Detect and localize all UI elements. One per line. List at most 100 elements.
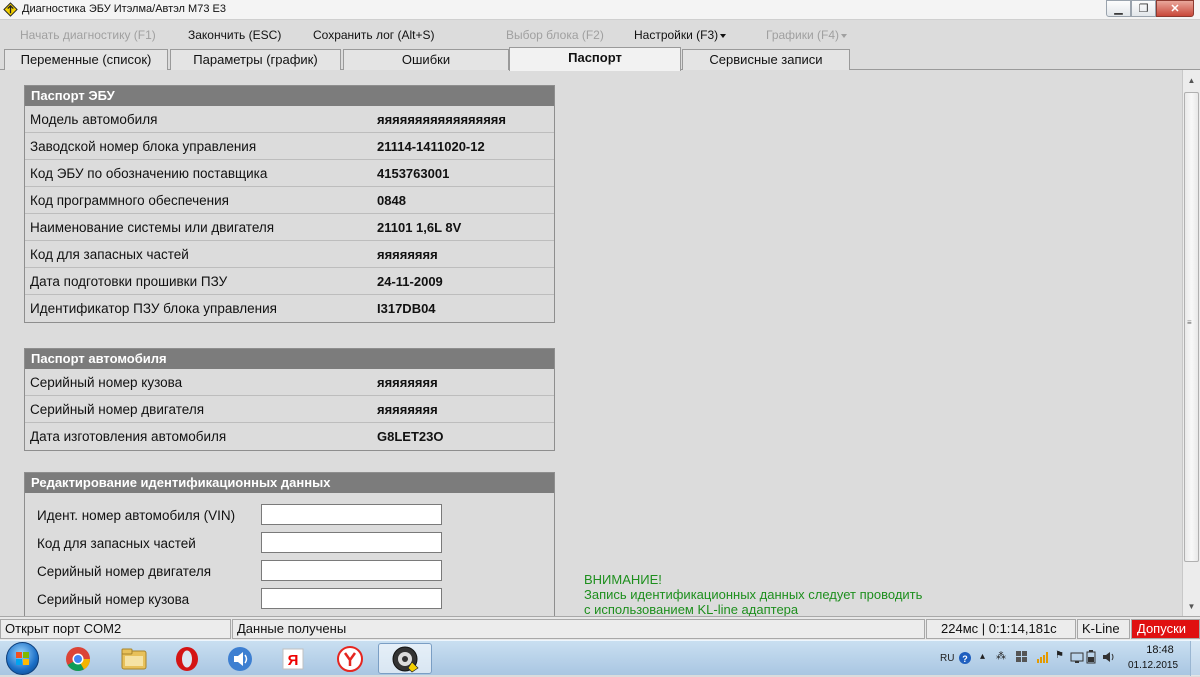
select-block-button[interactable]: Выбор блока (F2) — [506, 28, 604, 42]
network-dots-icon[interactable]: ⁂ — [996, 651, 1006, 662]
window-title: Диагностика ЭБУ Итэлма/Автэл М73 Е3 — [22, 3, 226, 15]
settings-menu-label: Настройки (F3) — [634, 28, 719, 42]
tab-errors[interactable]: Ошибки — [343, 49, 509, 70]
passport-row: Серийный номер двигателя яяяяяяяя — [25, 396, 554, 423]
minimize-icon: ▁ — [1114, 3, 1123, 15]
warning-title: ВНИМАНИЕ! — [584, 572, 662, 587]
passport-row-label: Заводской номер блока управления — [30, 139, 257, 154]
taskbar: Я RU ? ▴ ⁂ ⚑ 18:48 01.12.2015 — [0, 640, 1200, 676]
spare-code-input[interactable] — [261, 532, 442, 553]
tolerance-mode-badge[interactable]: Допуски — [1131, 619, 1200, 639]
edit-field-row: Идент. номер автомобиля (VIN) — [25, 504, 554, 528]
show-desktop-button[interactable] — [1190, 641, 1200, 676]
finish-button[interactable]: Закончить (ESC) — [188, 28, 281, 42]
spare-code-label: Код для запасных частей — [37, 536, 196, 551]
passport-row-value: яяяяяяяя — [377, 247, 438, 262]
taskbar-yandex-browser[interactable] — [325, 643, 375, 674]
passport-row-label: Дата подготовки прошивки ПЗУ — [30, 274, 228, 289]
engine-serial-input[interactable] — [261, 560, 442, 581]
close-icon: ✕ — [1170, 3, 1180, 15]
passport-row-label: Наименование системы или двигателя — [30, 220, 275, 235]
passport-row-value: 24-11-2009 — [377, 274, 443, 289]
scroll-down-icon[interactable]: ▼ — [1184, 598, 1199, 614]
vin-input[interactable] — [261, 504, 442, 525]
passport-row-value: 21101 1,6L 8V — [377, 220, 462, 235]
passport-row-value: яяяяяяяя — [377, 402, 438, 417]
battery-icon[interactable] — [1086, 650, 1096, 667]
tab-parameters-chart[interactable]: Параметры (график) — [170, 49, 341, 70]
taskbar-opera[interactable] — [162, 643, 212, 674]
maximize-button[interactable]: ❐ — [1131, 0, 1156, 17]
minimize-button[interactable]: ▁ — [1106, 0, 1131, 17]
passport-row-label: Серийный номер двигателя — [30, 402, 205, 417]
clock-date[interactable]: 01.12.2015 — [1128, 660, 1178, 671]
edit-field-row: Код для запасных частей — [25, 532, 554, 556]
save-log-button[interactable]: Сохранить лог (Alt+S) — [313, 28, 435, 42]
data-status: Данные получены — [232, 619, 925, 639]
network-icon[interactable] — [1070, 650, 1084, 667]
warning-line-1: Запись идентификационных данных следует … — [584, 587, 923, 602]
volume-icon[interactable] — [1102, 650, 1116, 667]
passport-row: Заводской номер блока управления 21114-14… — [25, 133, 554, 160]
language-indicator[interactable]: RU — [940, 653, 954, 664]
passport-row-value: яяяяяяяяяяяяяяяяя — [377, 112, 506, 127]
passport-row-label: Модель автомобиля — [30, 112, 158, 127]
vin-label: Идент. номер автомобиля (VIN) — [37, 508, 236, 523]
clock-time[interactable]: 18:48 — [1140, 644, 1180, 656]
chevron-down-icon — [720, 33, 727, 38]
edit-id-header: Редактирование идентификационных данных — [25, 473, 554, 493]
flag-icon[interactable]: ⚑ — [1055, 650, 1064, 661]
car-passport-panel: Паспорт автомобиля Серийный номер кузова… — [24, 348, 555, 451]
explorer-icon — [121, 648, 147, 669]
warning-line-2: с использованием KL-line адаптера — [584, 602, 799, 616]
signal-icon[interactable] — [1036, 650, 1050, 667]
passport-row-value: I317DB04 — [377, 301, 436, 316]
port-status: Открыт порт COM2 — [0, 619, 231, 639]
start-diagnostics-button[interactable]: Начать диагностику (F1) — [20, 28, 156, 42]
edit-field-row: Серийный номер двигателя — [25, 560, 554, 584]
taskbar-media[interactable] — [215, 643, 265, 674]
taskbar-chrome[interactable] — [53, 643, 103, 674]
body-serial-input[interactable] — [261, 588, 442, 609]
help-icon[interactable]: ? — [958, 651, 972, 668]
opera-icon — [176, 646, 198, 671]
passport-row-label: Код для запасных частей — [30, 247, 189, 262]
taskbar-diagnostics-app[interactable] — [378, 643, 432, 674]
settings-menu[interactable]: Настройки (F3) — [634, 28, 727, 42]
vertical-scrollbar[interactable]: ▲ ≡ ▼ — [1182, 70, 1200, 616]
taskbar-explorer[interactable] — [109, 643, 159, 674]
timing-status: 224мс | 0:1:14,181с — [926, 619, 1076, 639]
taskbar-yandex[interactable]: Я — [268, 643, 318, 674]
passport-row: Серийный номер кузова яяяяяяяя — [25, 369, 554, 396]
tab-service-records[interactable]: Сервисные записи — [682, 49, 850, 70]
passport-row-label: Код программного обеспечения — [30, 193, 229, 208]
car-passport-header: Паспорт автомобиля — [25, 349, 554, 369]
status-bar: Открыт порт COM2 Данные получены 224мс |… — [0, 616, 1200, 640]
restore-icon: ❐ — [1138, 3, 1149, 15]
start-button[interactable] — [6, 642, 39, 675]
line-status: K-Line — [1077, 619, 1130, 639]
chrome-icon — [66, 646, 90, 671]
passport-row: Код ЭБУ по обозначению поставщика 4153763… — [25, 160, 554, 187]
edit-id-panel: Редактирование идентификационных данных … — [24, 472, 555, 616]
passport-row-value: G8LET23O — [377, 429, 444, 444]
toolbar: Начать диагностику (F1) Закончить (ESC) … — [0, 20, 1200, 48]
kline-warning: ВНИМАНИЕ! Запись идентификационных данны… — [584, 572, 922, 616]
edit-field-row: Серийный номер кузова — [25, 588, 554, 612]
passport-content: Паспорт ЭБУ Модель автомобиля яяяяяяяяяяя… — [0, 70, 1182, 616]
passport-row: Модель автомобиля яяяяяяяяяяяяяяяяя — [25, 106, 554, 133]
tab-variables-list[interactable]: Переменные (список) — [4, 49, 168, 70]
passport-row: Код для запасных частей яяяяяяяя — [25, 241, 554, 268]
charts-menu[interactable]: Графики (F4) — [766, 28, 848, 42]
passport-row-value: 0848 — [377, 193, 406, 208]
tray-expand-icon[interactable]: ▴ — [980, 651, 985, 662]
passport-row-label: Серийный номер кузова — [30, 375, 183, 390]
close-button[interactable]: ✕ — [1156, 0, 1194, 17]
diagnostics-app-icon — [392, 646, 419, 672]
passport-row-value: яяяяяяяя — [377, 375, 438, 390]
windows-flag-icon[interactable] — [1015, 650, 1029, 667]
scrollbar-thumb[interactable] — [1184, 92, 1199, 562]
ecu-passport-panel: Паспорт ЭБУ Модель автомобиля яяяяяяяяяяя… — [24, 85, 555, 323]
scroll-up-icon[interactable]: ▲ — [1184, 72, 1199, 88]
tab-passport[interactable]: Паспорт — [509, 47, 681, 71]
